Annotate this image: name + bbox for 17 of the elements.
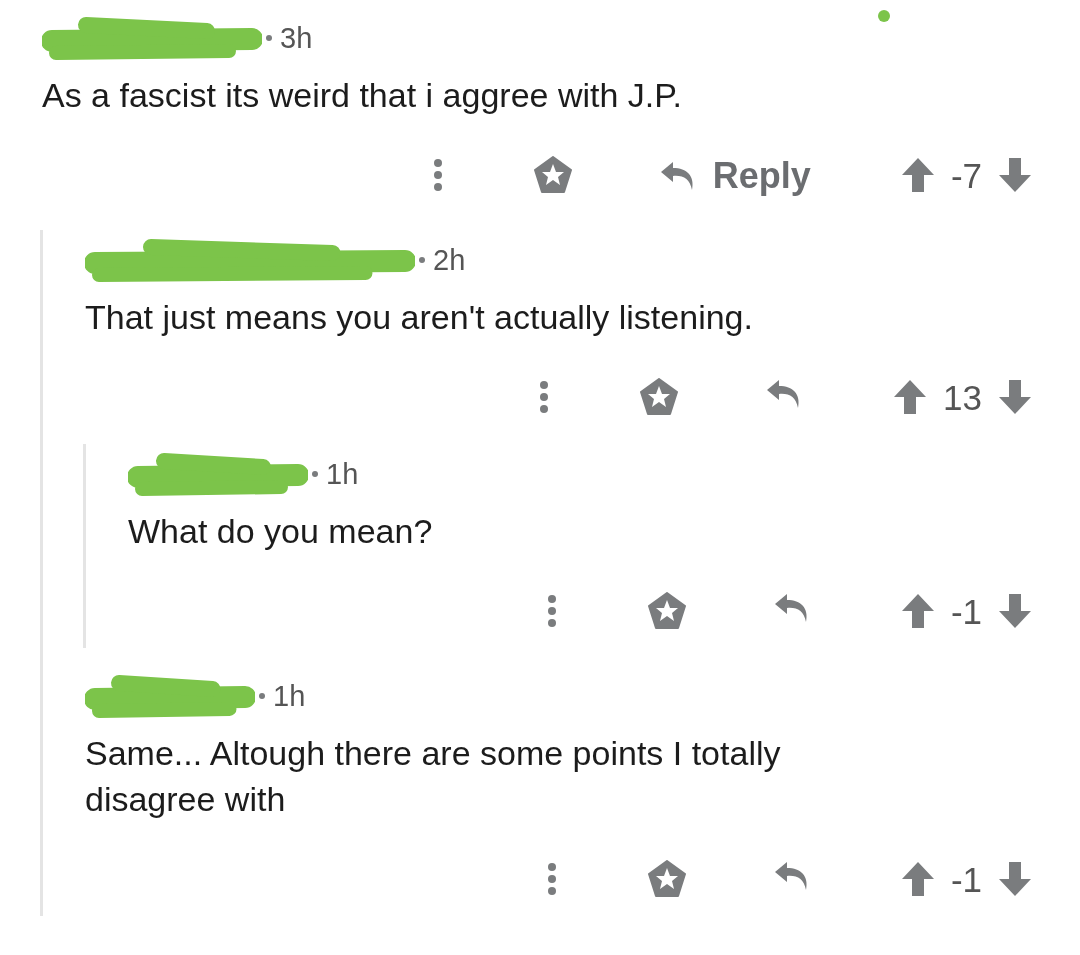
comment-time: 1h	[326, 457, 359, 491]
separator-dot	[259, 693, 265, 699]
separator-dot	[419, 257, 425, 263]
vote-score: -1	[950, 592, 982, 632]
reply-button[interactable]: Reply	[658, 155, 811, 197]
comment-text: Same... Altough there are some points I totally disagree with	[85, 733, 782, 820]
vote-score: -7	[950, 156, 982, 196]
comment-time: 1h	[273, 679, 306, 713]
comment-text: That just means you aren't actually listening.	[85, 297, 754, 338]
separator-dot	[266, 35, 272, 41]
vote-score: -1	[950, 860, 982, 900]
comment-time: 3h	[280, 21, 313, 55]
comment-text: As a fascist its weird that i aggree with J.P.	[42, 75, 683, 116]
comment-text: What do you mean?	[128, 511, 434, 552]
comment-time: 2h	[433, 243, 466, 277]
vote-score: 13	[943, 378, 982, 418]
separator-dot	[312, 471, 318, 477]
